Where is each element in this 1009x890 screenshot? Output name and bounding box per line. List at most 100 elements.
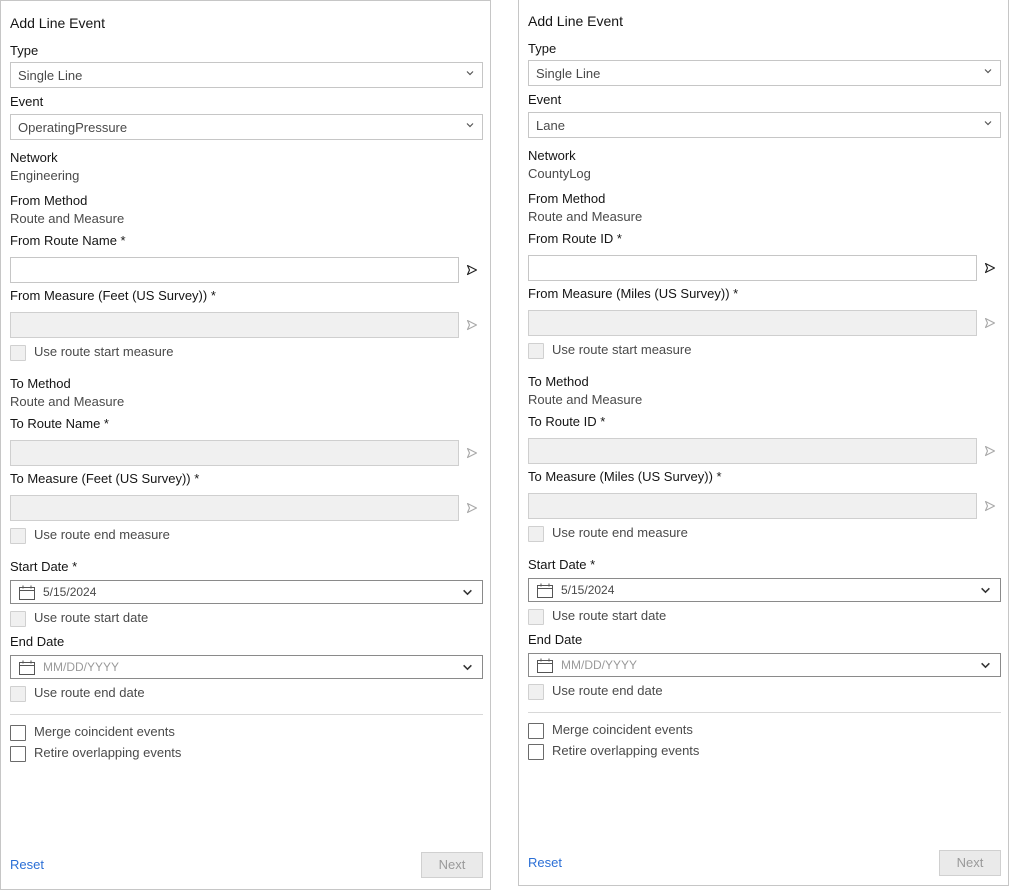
end-date-picker[interactable]: MM/DD/YYYY	[528, 653, 1001, 677]
type-label: Type	[528, 41, 557, 56]
network-label: Network	[10, 150, 58, 165]
divider	[528, 712, 1001, 713]
use-route-start-measure-label: Use route start measure	[34, 344, 174, 359]
merge-coincident-checkbox[interactable]	[528, 723, 544, 739]
to-method-value: Route and Measure	[528, 392, 643, 407]
merge-coincident-label: Merge coincident events	[34, 724, 175, 739]
chevron-down-icon	[984, 69, 992, 74]
to-measure-input[interactable]	[528, 493, 977, 519]
add-line-event-panel-left: Add Line Event Type Single Line Event Op…	[0, 0, 491, 890]
end-date-placeholder: MM/DD/YYYY	[561, 658, 638, 672]
event-select[interactable]: OperatingPressure	[10, 114, 483, 140]
type-select-value: Single Line	[18, 68, 83, 83]
use-route-start-date-checkbox[interactable]	[10, 611, 26, 627]
from-measure-label: From Measure (Feet (US Survey)) *	[10, 288, 216, 303]
calendar-icon	[537, 658, 553, 673]
next-button[interactable]: Next	[939, 850, 1001, 876]
use-route-start-date-label: Use route start date	[552, 608, 667, 623]
from-method-label: From Method	[10, 193, 88, 208]
use-route-end-date-checkbox[interactable]	[528, 684, 544, 700]
end-date-placeholder: MM/DD/YYYY	[43, 660, 120, 674]
chevron-down-icon	[981, 662, 990, 669]
from-measure-input[interactable]	[528, 310, 977, 336]
to-route-label: To Route ID *	[528, 414, 606, 429]
type-select[interactable]: Single Line	[10, 62, 483, 88]
calendar-icon	[19, 585, 35, 600]
select-on-map-icon	[984, 445, 996, 457]
use-route-end-measure-label: Use route end measure	[34, 527, 170, 542]
from-method-value: Route and Measure	[528, 209, 643, 224]
end-date-picker[interactable]: MM/DD/YYYY	[10, 655, 483, 679]
to-route-input[interactable]	[528, 438, 977, 464]
to-measure-label: To Measure (Miles (US Survey)) *	[528, 469, 722, 484]
type-label: Type	[10, 43, 39, 58]
use-route-end-measure-checkbox[interactable]	[10, 528, 26, 544]
use-route-start-date-label: Use route start date	[34, 610, 149, 625]
use-route-start-date-checkbox[interactable]	[528, 609, 544, 625]
event-label: Event	[528, 92, 562, 107]
chevron-down-icon	[466, 71, 474, 76]
start-date-value: 5/15/2024	[43, 585, 97, 599]
from-measure-input[interactable]	[10, 312, 459, 338]
event-label: Event	[10, 94, 44, 109]
network-value: Engineering	[10, 168, 80, 183]
start-date-label: Start Date *	[10, 559, 78, 574]
start-date-picker[interactable]: 5/15/2024	[10, 580, 483, 604]
chevron-down-icon	[463, 664, 472, 671]
to-route-input[interactable]	[10, 440, 459, 466]
retire-overlapping-checkbox[interactable]	[10, 746, 26, 762]
divider	[10, 714, 483, 715]
use-route-end-date-label: Use route end date	[34, 685, 145, 700]
to-measure-input[interactable]	[10, 495, 459, 521]
from-method-label: From Method	[528, 191, 606, 206]
from-route-label: From Route Name *	[10, 233, 126, 248]
next-button[interactable]: Next	[421, 852, 483, 878]
retire-overlapping-label: Retire overlapping events	[34, 745, 182, 760]
calendar-icon	[19, 660, 35, 675]
select-on-map-icon	[984, 500, 996, 512]
event-select[interactable]: Lane	[528, 112, 1001, 138]
use-route-start-measure-checkbox[interactable]	[528, 343, 544, 359]
from-route-input[interactable]	[10, 257, 459, 283]
network-label: Network	[528, 148, 576, 163]
use-route-end-measure-label: Use route end measure	[552, 525, 688, 540]
use-route-end-measure-checkbox[interactable]	[528, 526, 544, 542]
to-measure-label: To Measure (Feet (US Survey)) *	[10, 471, 200, 486]
chevron-down-icon	[463, 589, 472, 596]
to-route-label: To Route Name *	[10, 416, 109, 431]
select-on-map-icon	[466, 319, 478, 331]
use-route-start-measure-label: Use route start measure	[552, 342, 692, 357]
to-method-label: To Method	[528, 374, 589, 389]
select-on-map-icon[interactable]	[984, 262, 996, 274]
from-method-value: Route and Measure	[10, 211, 125, 226]
use-route-end-date-label: Use route end date	[552, 683, 663, 698]
from-measure-label: From Measure (Miles (US Survey)) *	[528, 286, 739, 301]
reset-button[interactable]: Reset	[528, 855, 562, 870]
start-date-value: 5/15/2024	[561, 583, 615, 597]
type-select-value: Single Line	[536, 66, 601, 81]
add-line-event-panel-right: Add Line Event Type Single Line Event La…	[518, 0, 1009, 886]
calendar-icon	[537, 583, 553, 598]
chevron-down-icon	[981, 587, 990, 594]
merge-coincident-checkbox[interactable]	[10, 725, 26, 741]
network-value: CountyLog	[528, 166, 591, 181]
type-select[interactable]: Single Line	[528, 60, 1001, 86]
select-on-map-icon	[984, 317, 996, 329]
select-on-map-icon[interactable]	[466, 264, 478, 276]
reset-button[interactable]: Reset	[10, 857, 44, 872]
retire-overlapping-label: Retire overlapping events	[552, 743, 700, 758]
use-route-start-measure-checkbox[interactable]	[10, 345, 26, 361]
start-date-picker[interactable]: 5/15/2024	[528, 578, 1001, 602]
panel-title: Add Line Event	[528, 13, 623, 29]
use-route-end-date-checkbox[interactable]	[10, 686, 26, 702]
chevron-down-icon	[466, 123, 474, 128]
to-method-value: Route and Measure	[10, 394, 125, 409]
from-route-label: From Route ID *	[528, 231, 622, 246]
panel-title: Add Line Event	[10, 15, 105, 31]
event-select-value: OperatingPressure	[18, 120, 128, 135]
to-method-label: To Method	[10, 376, 71, 391]
retire-overlapping-checkbox[interactable]	[528, 744, 544, 760]
select-on-map-icon	[466, 447, 478, 459]
from-route-input[interactable]	[528, 255, 977, 281]
event-select-value: Lane	[536, 118, 565, 133]
